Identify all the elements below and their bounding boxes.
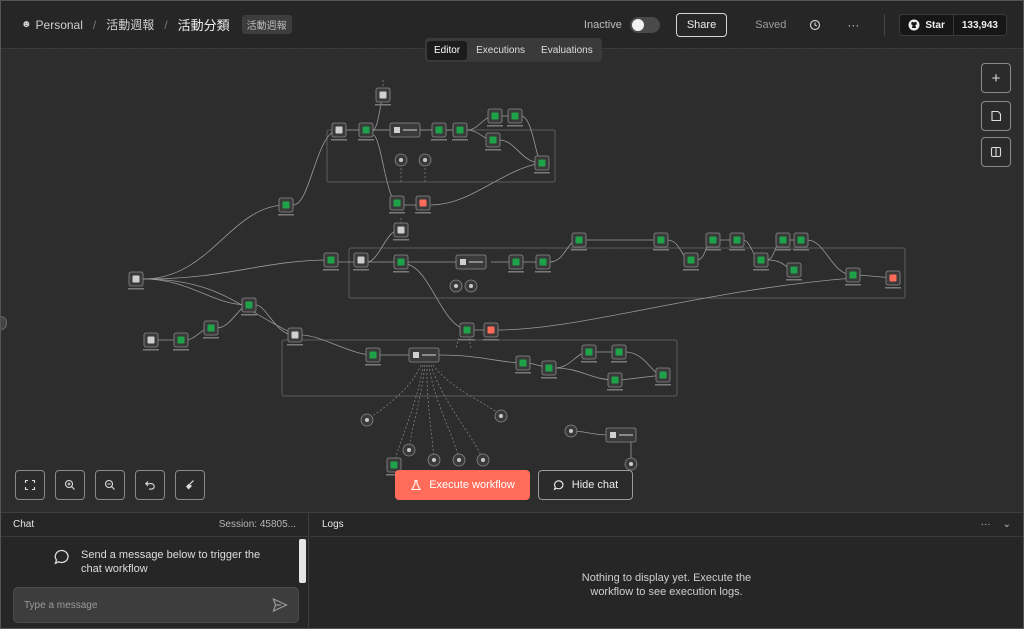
zoom-in-icon: [64, 479, 75, 490]
workflow-canvas[interactable]: + Execute workflow Hide chat: [1, 50, 1023, 512]
toggle-knob: [631, 19, 644, 31]
logs-title: Logs: [322, 519, 344, 530]
chat-header: Chat Session: 45805...: [1, 513, 308, 537]
chat-bubble-icon: [54, 549, 69, 565]
github-icon: [908, 19, 920, 31]
more-options-icon[interactable]: ···: [846, 18, 860, 32]
sub-node[interactable]: [464, 279, 478, 293]
toggle-panel-button[interactable]: [981, 137, 1011, 167]
fit-view-button[interactable]: [15, 470, 45, 500]
chat-message-input[interactable]: [24, 599, 244, 611]
chat-title: Chat: [13, 519, 35, 530]
sub-node[interactable]: [418, 153, 432, 167]
workflow-node[interactable]: [455, 254, 487, 270]
saved-status: Saved: [755, 19, 787, 31]
github-star-count: 133,943: [953, 14, 1007, 36]
zoom-out-button[interactable]: [95, 470, 125, 500]
chat-hint-text: Send a message below to trigger the chat…: [81, 549, 261, 575]
zoom-in-button[interactable]: [55, 470, 85, 500]
github-star-button[interactable]: Star: [899, 14, 954, 36]
sub-node[interactable]: [564, 424, 578, 438]
undo-icon: [145, 481, 155, 490]
sub-node[interactable]: [394, 153, 408, 167]
sub-node[interactable]: [452, 453, 466, 467]
sticky-note-button[interactable]: [981, 101, 1011, 131]
logs-panel: Logs ··· ⌄ Nothing to display yet. Execu…: [310, 513, 1023, 629]
workflow-tag[interactable]: 活動週報: [241, 15, 292, 34]
sub-node[interactable]: [476, 453, 490, 467]
logs-empty-state: Nothing to display yet. Execute the work…: [310, 571, 1023, 599]
breadcrumb-folder[interactable]: 活動週報: [106, 16, 154, 33]
breadcrumb-personal[interactable]: Personal: [36, 18, 83, 32]
sub-node[interactable]: [402, 443, 416, 457]
flask-icon: [411, 479, 422, 491]
share-button[interactable]: Share: [675, 13, 728, 37]
hide-chat-button[interactable]: Hide chat: [538, 470, 633, 500]
send-icon[interactable]: [272, 597, 288, 613]
view-tabs: Editor Executions Evaluations: [425, 38, 602, 62]
tidy-up-button[interactable]: [175, 470, 205, 500]
chat-panel: Chat Session: 45805... Send a message be…: [1, 513, 309, 629]
github-star-label: Star: [925, 19, 945, 31]
workflow-node[interactable]: [605, 427, 637, 443]
sub-node[interactable]: [494, 409, 508, 423]
breadcrumb-separator: /: [92, 17, 97, 32]
tab-evaluations[interactable]: Evaluations: [534, 41, 600, 60]
chat-input-box[interactable]: [13, 587, 299, 623]
workflow-name[interactable]: 活動分類: [178, 15, 230, 34]
workflow-graph[interactable]: [1, 50, 1023, 512]
sub-node[interactable]: [427, 453, 441, 467]
chat-scrollbar[interactable]: [299, 539, 306, 583]
execute-workflow-button[interactable]: Execute workflow: [395, 470, 530, 500]
chat-empty-state: Send a message below to trigger the chat…: [53, 548, 271, 576]
app-window: ☻ Personal / 活動週報 / 活動分類 活動週報 Inactive S…: [0, 0, 1024, 629]
fit-view-icon: [24, 479, 36, 491]
panel-icon: [990, 146, 1002, 158]
broom-icon: [186, 480, 194, 490]
breadcrumb-separator: /: [164, 17, 168, 32]
sub-node[interactable]: [449, 279, 463, 293]
user-icon: ☻: [21, 19, 32, 30]
tab-editor[interactable]: Editor: [427, 40, 468, 60]
active-status-label: Inactive: [583, 19, 622, 31]
logs-more-options-icon[interactable]: ···: [981, 519, 991, 530]
workflow-node[interactable]: [389, 122, 421, 138]
sub-node[interactable]: [360, 413, 374, 427]
add-node-button[interactable]: +: [981, 63, 1011, 93]
workflow-node[interactable]: [408, 347, 440, 363]
zoom-out-icon: [104, 479, 115, 490]
collapse-chevron-icon[interactable]: ⌄: [1003, 519, 1011, 530]
execute-workflow-label: Execute workflow: [429, 479, 515, 491]
note-icon: [991, 110, 1002, 122]
chat-session-id[interactable]: Session: 45805...: [219, 519, 296, 530]
chat-bubble-icon: [553, 480, 564, 491]
logs-empty-text: Nothing to display yet. Execute the work…: [581, 572, 752, 598]
undo-button[interactable]: [135, 470, 165, 500]
breadcrumb: ☻ Personal / 活動週報 / 活動分類 活動週報: [1, 15, 292, 34]
github-star-widget[interactable]: Star 133,943: [884, 14, 1007, 36]
tab-executions[interactable]: Executions: [469, 41, 532, 60]
hide-chat-label: Hide chat: [571, 479, 619, 491]
bottom-panel: Chat Session: 45805... Send a message be…: [1, 512, 1023, 629]
logs-header: Logs ··· ⌄: [310, 513, 1023, 537]
active-toggle[interactable]: [629, 17, 660, 33]
history-icon[interactable]: [808, 18, 822, 32]
sub-node[interactable]: [624, 457, 638, 471]
